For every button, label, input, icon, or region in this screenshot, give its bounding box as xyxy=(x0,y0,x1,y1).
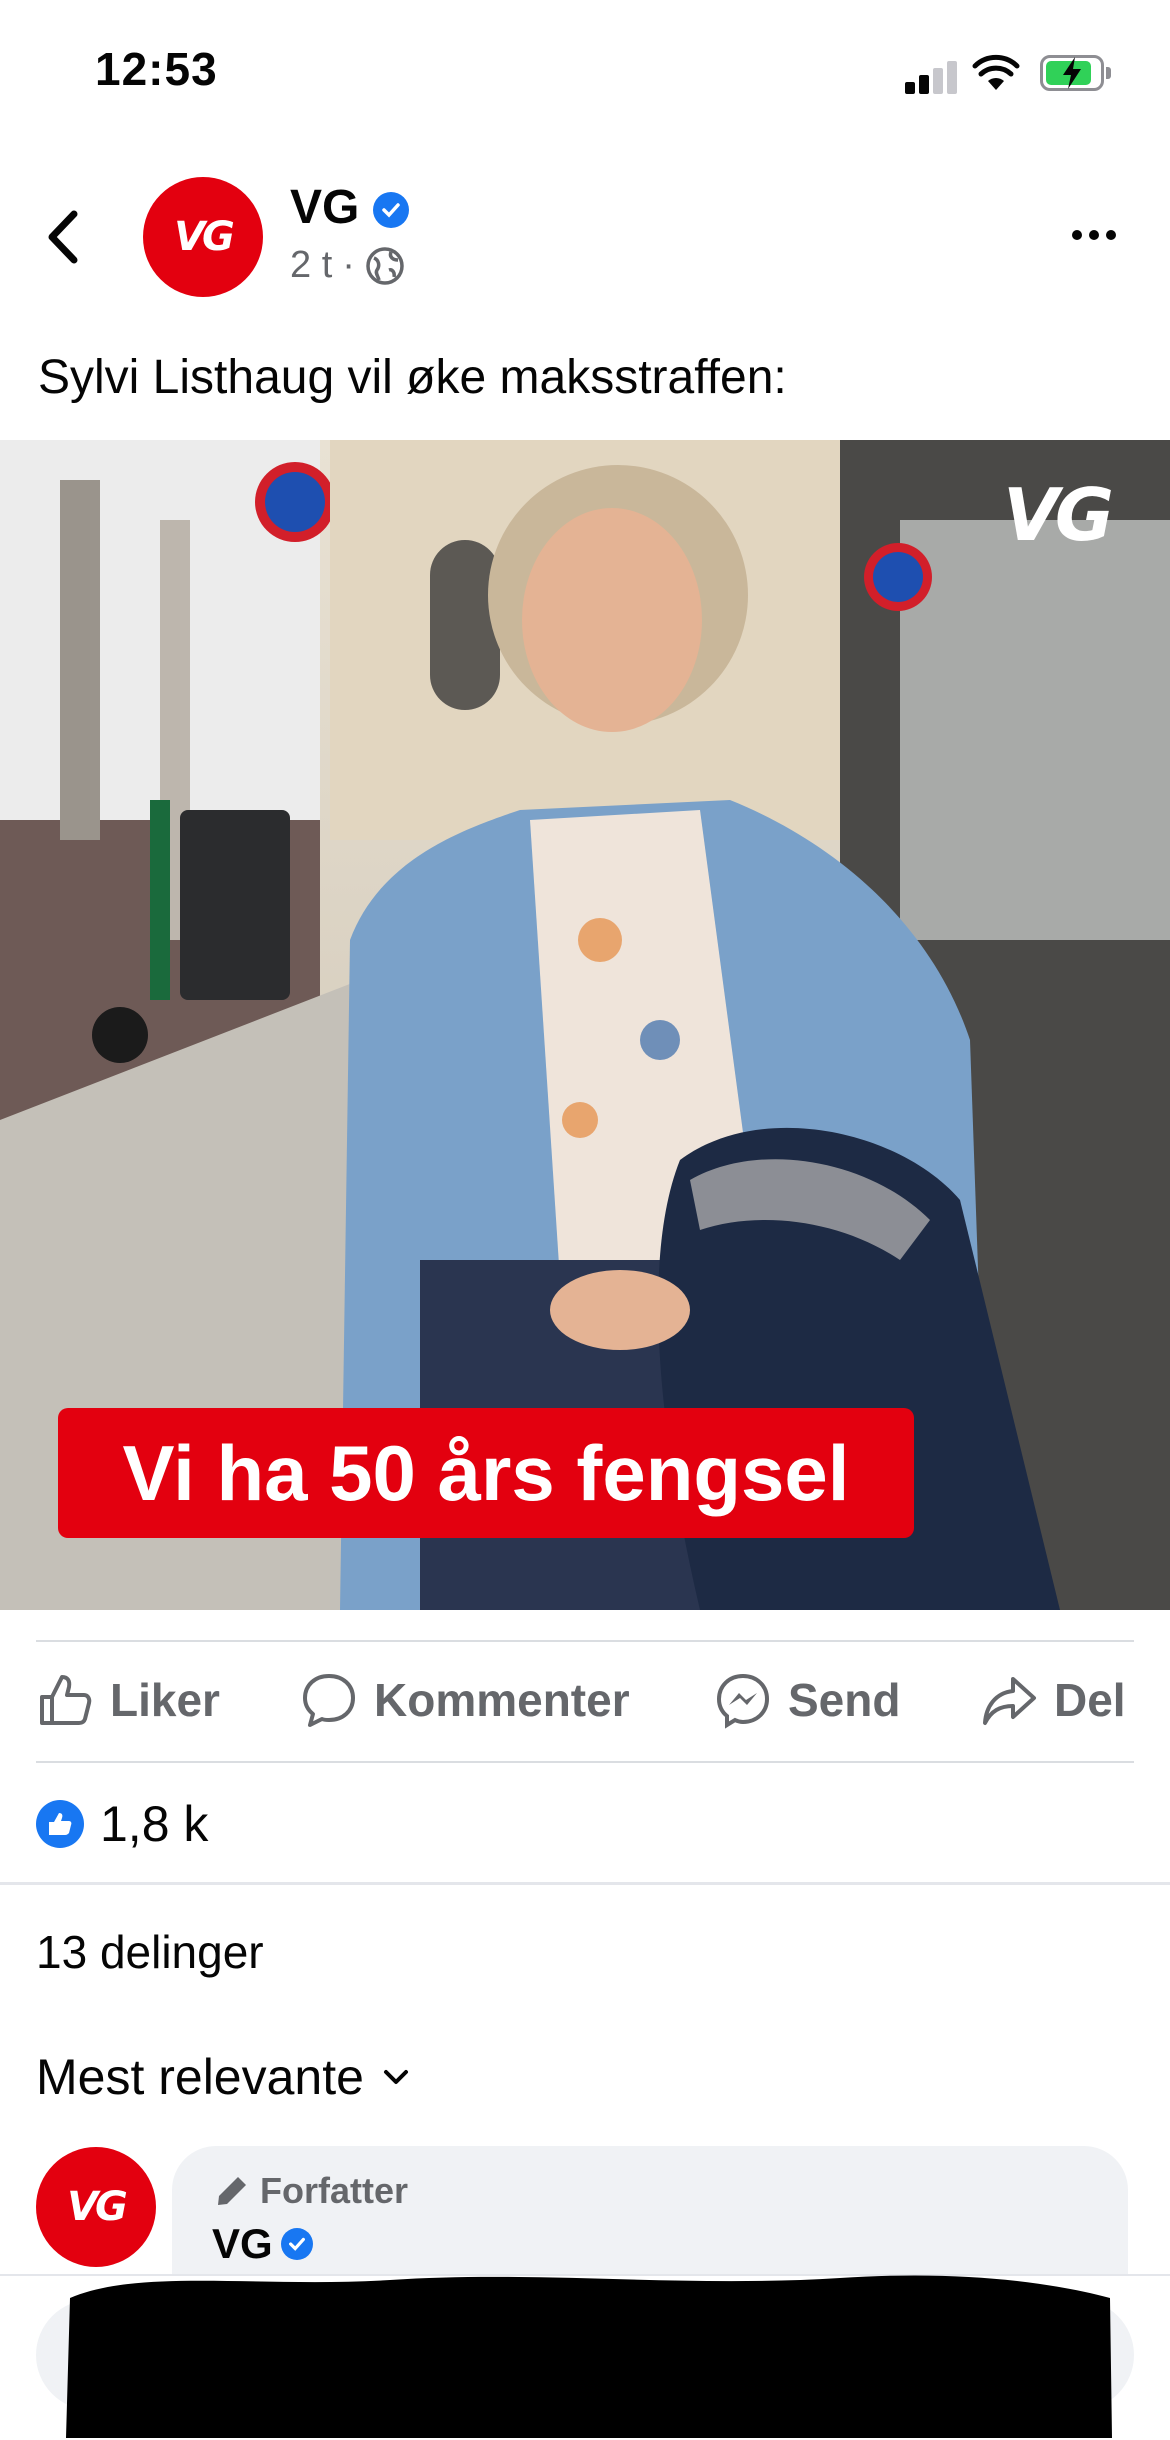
reaction-count: 1,8 k xyxy=(100,1796,209,1852)
comment-icon xyxy=(303,1674,355,1727)
image-headline: Vi ha 50 års fengsel xyxy=(122,1428,850,1517)
wifi-icon xyxy=(972,54,1020,90)
more-options-icon[interactable] xyxy=(1072,230,1116,240)
share-count[interactable]: 13 delinger xyxy=(36,1925,264,1979)
pencil-icon xyxy=(218,2177,246,2205)
comment-sort-dropdown[interactable]: Mest relevante xyxy=(36,2048,410,2106)
back-chevron-icon[interactable] xyxy=(46,210,80,264)
messenger-icon xyxy=(716,1673,770,1729)
battery-icon xyxy=(1040,55,1111,91)
redaction-scribble xyxy=(66,2275,1112,2438)
image-headline-box: Vi ha 50 års fengsel xyxy=(58,1408,914,1538)
page-avatar[interactable]: VG xyxy=(143,177,263,297)
vg-watermark: VG xyxy=(1003,473,1115,557)
post-timestamp[interactable]: 2 t xyxy=(290,244,332,287)
meta-separator: · xyxy=(342,244,355,286)
svg-text:VG: VG xyxy=(1003,473,1111,557)
verified-badge-icon xyxy=(372,192,409,229)
status-time: 12:53 xyxy=(95,43,218,95)
send-label: Send xyxy=(788,1674,901,1726)
page-name[interactable]: VG xyxy=(290,180,409,235)
section-divider xyxy=(0,1882,1170,1885)
share-label: Del xyxy=(1054,1674,1126,1726)
reaction-summary[interactable]: 1,8 k xyxy=(36,1795,208,1853)
cellular-signal-icon xyxy=(905,60,957,94)
author-badge-label: Forfatter xyxy=(260,2170,409,2211)
page-name-text[interactable]: VG xyxy=(290,181,359,234)
divider xyxy=(36,1761,1134,1763)
like-button[interactable]: Liker xyxy=(36,1668,220,1732)
share-arrow-icon xyxy=(983,1677,1036,1725)
thumbs-up-icon xyxy=(40,1675,92,1725)
vg-logo-text: VG xyxy=(174,214,235,260)
verified-badge-icon xyxy=(280,2228,313,2260)
globe-icon xyxy=(366,246,404,285)
author-badge: Forfatter xyxy=(214,2170,408,2212)
divider xyxy=(36,1640,1134,1642)
comment-button[interactable]: Kommenter xyxy=(300,1668,630,1732)
like-label: Liker xyxy=(110,1674,220,1726)
post-caption: Sylvi Listhaug vil øke maksstraffen: xyxy=(38,351,787,404)
like-reaction-icon xyxy=(36,1800,84,1848)
vg-logo-text: VG xyxy=(67,2184,128,2230)
comment-label: Kommenter xyxy=(374,1674,630,1726)
comment-avatar[interactable]: VG xyxy=(36,2147,156,2267)
post-meta: 2 t · xyxy=(290,244,405,287)
chevron-down-icon xyxy=(383,2070,408,2084)
share-button[interactable]: Del xyxy=(980,1668,1126,1732)
sort-label: Mest relevante xyxy=(36,2049,364,2105)
send-button[interactable]: Send xyxy=(714,1668,900,1732)
